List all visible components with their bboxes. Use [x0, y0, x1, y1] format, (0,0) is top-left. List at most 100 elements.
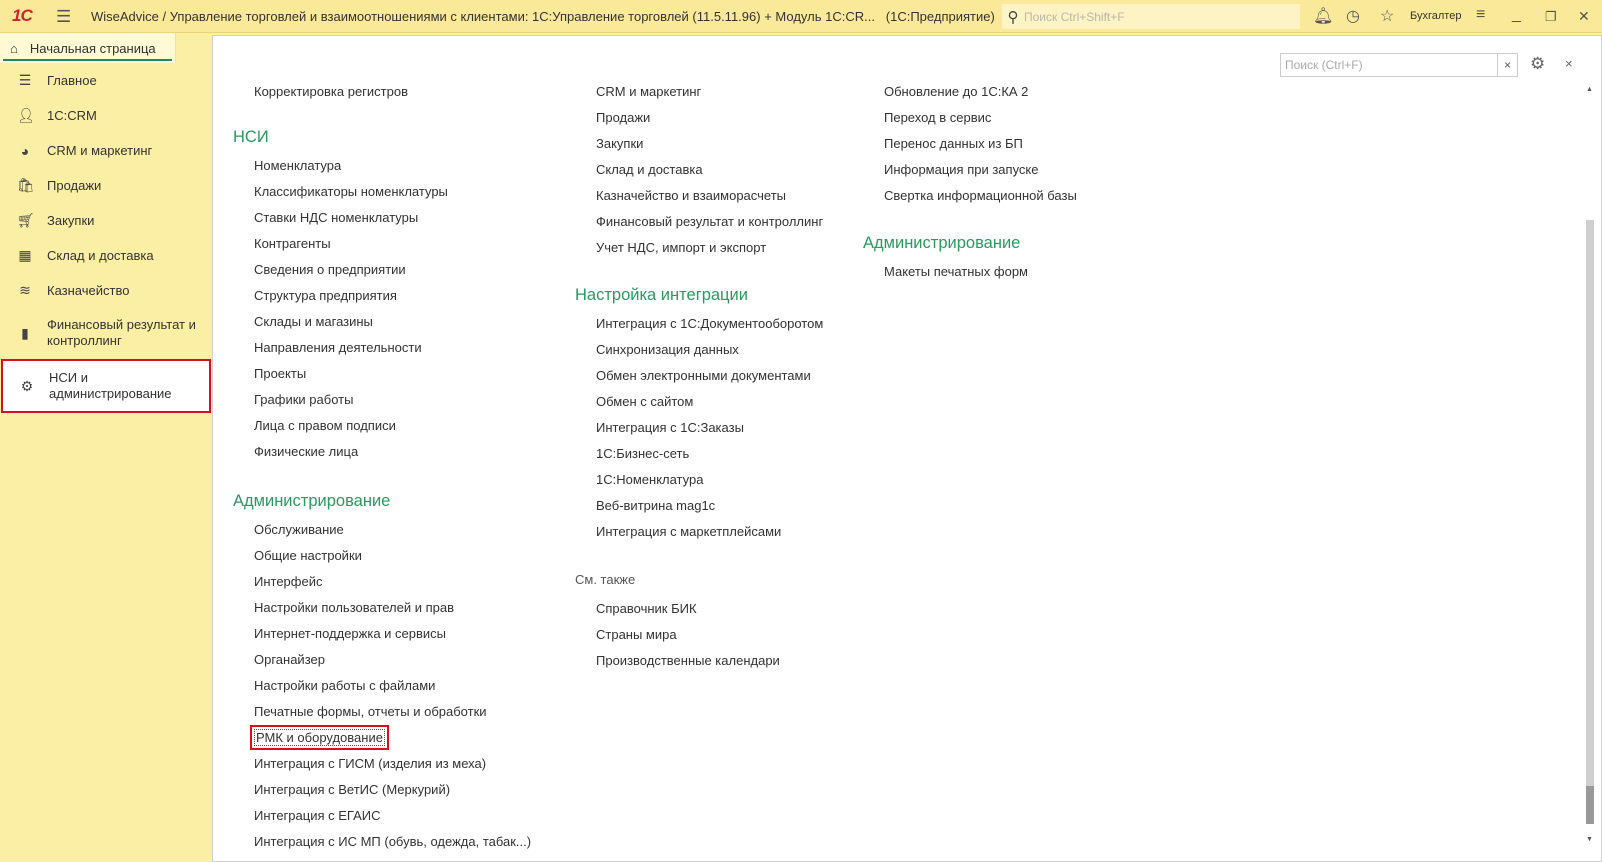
settings-menu-icon[interactable]: ≡: [1476, 6, 1485, 24]
section-header: НСИ: [233, 128, 269, 146]
nav-link[interactable]: Общие настройки: [233, 543, 531, 569]
nav-link[interactable]: Страны мира: [575, 622, 823, 648]
nav-link-label: Страны мира: [596, 627, 677, 642]
panel-search[interactable]: ×: [1280, 53, 1518, 77]
nav-link-label: Интеграция с ЕГАИС: [254, 808, 381, 823]
sidebar-item[interactable]: ◕ CRM и маркетинг: [0, 133, 212, 168]
nav-link[interactable]: 1С:Бизнес-сеть: [575, 441, 823, 467]
sidebar-item[interactable]: ≋ Казначейство: [0, 273, 212, 308]
sidebar-item[interactable]: ⚙ НСИ и администрирование: [1, 359, 211, 413]
nav-link-label: Склад и доставка: [596, 162, 703, 177]
nav-link[interactable]: Настройки пользователей и прав: [233, 595, 531, 621]
nav-link[interactable]: Обслуживание: [233, 517, 531, 543]
section-header: Администрирование: [863, 234, 1021, 252]
nav-link[interactable]: Обмен электронными документами: [575, 363, 823, 389]
nav-link[interactable]: Интеграция с 1С:Документооборотом: [575, 311, 823, 337]
nav-link[interactable]: Физические лица: [233, 439, 531, 465]
minimize-icon[interactable]: _: [1512, 6, 1521, 24]
scrollbar[interactable]: ▲ ▼: [1586, 86, 1595, 846]
nav-link[interactable]: CRM и маркетинг: [575, 79, 823, 105]
scroll-up-icon[interactable]: ▲: [1586, 86, 1593, 93]
scrollbar-thumb[interactable]: [1586, 786, 1594, 824]
nav-link[interactable]: Переход в сервис: [863, 105, 1077, 131]
nav-link-label: Перенос данных из БП: [884, 136, 1023, 151]
nav-link[interactable]: Производственные календари: [575, 648, 823, 674]
nav-link[interactable]: Склад и доставка: [575, 157, 823, 183]
nav-link[interactable]: Направления деятельности: [233, 335, 531, 361]
bell-icon[interactable]: 🔔︎: [1313, 6, 1333, 26]
restore-icon[interactable]: ❐: [1545, 9, 1557, 25]
close-panel-button[interactable]: ×: [1565, 56, 1573, 71]
nav-link[interactable]: Склады и магазины: [233, 309, 531, 335]
nav-link[interactable]: Интеграция с ГИСМ (изделия из меха): [233, 751, 531, 777]
panel-search-input[interactable]: [1281, 54, 1497, 76]
nav-link[interactable]: Продажи: [575, 105, 823, 131]
pie-chart-icon: ◕: [20, 142, 30, 159]
nav-link[interactable]: Корректировка регистров: [233, 79, 531, 105]
nav-link[interactable]: Казначейство и взаиморасчеты: [575, 183, 823, 209]
sidebar-item[interactable]: ▮ Финансовый результат и контроллинг: [0, 308, 212, 358]
nav-link[interactable]: Макеты печатных форм: [863, 259, 1077, 285]
column-1: Корректировка регистров НСИ Номенклатура Кл…: [233, 79, 531, 855]
nav-link[interactable]: Обмен с сайтом: [575, 389, 823, 415]
nav-link[interactable]: Синхронизация данных: [575, 337, 823, 363]
warehouse-icon: ▦: [18, 247, 32, 263]
sidebar-item[interactable]: 👤︎ 1С:CRM: [0, 98, 212, 133]
nav-link[interactable]: Органайзер: [233, 647, 531, 673]
nav-link[interactable]: Интеграция с 1С:Заказы: [575, 415, 823, 441]
gear-icon[interactable]: ⚙: [1530, 54, 1545, 74]
nav-link[interactable]: Лица с правом подписи: [233, 413, 531, 439]
nav-link[interactable]: Перенос данных из БП: [863, 131, 1077, 157]
1c-logo[interactable]: 1С: [12, 6, 33, 26]
nav-link[interactable]: Финансовый результат и контроллинг: [575, 209, 823, 235]
nav-link[interactable]: Интеграция с ВетИС (Меркурий): [233, 777, 531, 803]
nav-link[interactable]: Интеграция с ЕГАИС: [233, 803, 531, 829]
nav-link[interactable]: Контрагенты: [233, 231, 531, 257]
history-icon[interactable]: ◷: [1346, 6, 1360, 26]
nav-link-label: Учет НДС, импорт и экспорт: [596, 240, 767, 255]
tab-home[interactable]: ⌂ Начальная страница: [0, 33, 176, 63]
search-icon: ⚲: [1007, 8, 1019, 26]
nav-link[interactable]: Обновление до 1С:КА 2: [863, 79, 1077, 105]
nav-link[interactable]: Интерфейс: [233, 569, 531, 595]
nav-link-rmk[interactable]: РМК и оборудование: [233, 725, 531, 751]
nav-link-label: Обслуживание: [254, 522, 344, 537]
nav-link[interactable]: Настройки работы с файлами: [233, 673, 531, 699]
nav-link[interactable]: Учет НДС, импорт и экспорт: [575, 235, 823, 261]
nav-link-label: РМК и оборудование: [250, 725, 389, 750]
scroll-down-icon[interactable]: ▼: [1586, 836, 1593, 843]
star-icon[interactable]: ☆: [1380, 6, 1394, 26]
nav-link[interactable]: Веб-витрина mag1c: [575, 493, 823, 519]
nav-link-label: Интеграция с 1С:Заказы: [596, 420, 744, 435]
close-window-icon[interactable]: ✕: [1578, 8, 1590, 25]
nav-link[interactable]: Интеграция с маркетплейсами: [575, 519, 823, 545]
nav-link[interactable]: Закупки: [575, 131, 823, 157]
nav-link[interactable]: Ставки НДС номенклатуры: [233, 205, 531, 231]
nav-link[interactable]: Графики работы: [233, 387, 531, 413]
nav-link[interactable]: Проекты: [233, 361, 531, 387]
nav-link[interactable]: Справочник БИК: [575, 596, 823, 622]
nav-link[interactable]: Интернет-поддержка и сервисы: [233, 621, 531, 647]
nav-link[interactable]: Информация при запуске: [863, 157, 1077, 183]
nav-link[interactable]: Свертка информационной базы: [863, 183, 1077, 209]
sidebar-item[interactable]: 🛒︎ Закупки: [0, 203, 212, 238]
clear-search-button[interactable]: ×: [1497, 54, 1517, 76]
global-search[interactable]: ⚲ Поиск Ctrl+Shift+F: [1002, 4, 1300, 29]
shopping-bag-icon: 🛍︎: [17, 177, 35, 193]
nav-link[interactable]: Структура предприятия: [233, 283, 531, 309]
nav-link-label: Корректировка регистров: [254, 84, 409, 99]
scrollbar-track[interactable]: [1586, 220, 1594, 824]
sidebar-item[interactable]: ▦ Склад и доставка: [0, 238, 212, 273]
nav-link-label: Обмен электронными документами: [596, 368, 811, 383]
nav-link-label: Настройки работы с файлами: [254, 678, 436, 693]
sidebar-item[interactable]: ☰ Главное: [0, 63, 212, 98]
user-name[interactable]: Бухгалтер: [1410, 10, 1461, 22]
nav-link[interactable]: Сведения о предприятии: [233, 257, 531, 283]
sidebar-item[interactable]: 🛍︎ Продажи: [0, 168, 212, 203]
nav-link[interactable]: Классификаторы номенклатуры: [233, 179, 531, 205]
nav-link[interactable]: Номенклатура: [233, 153, 531, 179]
nav-link[interactable]: Печатные формы, отчеты и обработки: [233, 699, 531, 725]
nav-link[interactable]: Интеграция с ИС МП (обувь, одежда, табак…: [233, 829, 531, 855]
nav-link[interactable]: 1С:Номенклатура: [575, 467, 823, 493]
main-menu-icon[interactable]: ☰: [56, 7, 71, 27]
